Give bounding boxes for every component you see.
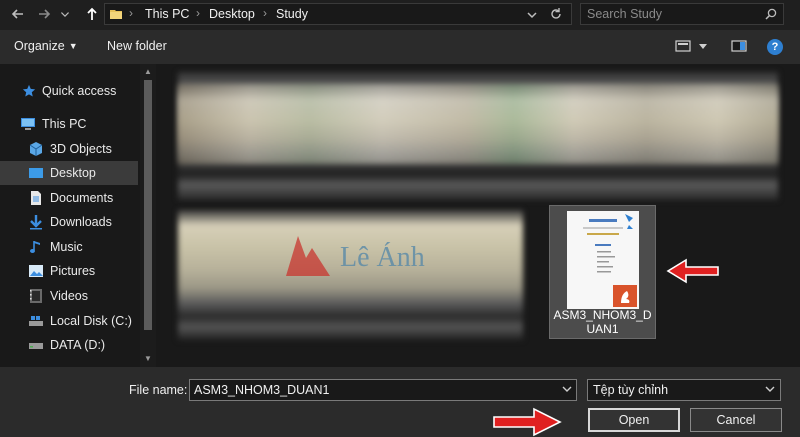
red-arrow-left-icon [666, 258, 719, 284]
forward-arrow-icon [39, 9, 51, 19]
sidebar-item-label: Quick access [42, 84, 117, 98]
sidebar-item-label: 3D Objects [50, 142, 112, 156]
breadcrumb-desktop[interactable]: Desktop [209, 7, 255, 21]
sidebar-item-label: Desktop [50, 166, 96, 180]
scroll-up-icon[interactable]: ▲ [143, 67, 153, 77]
breadcrumb-separator: › [263, 6, 267, 20]
watermark-text: Lê Ánh [340, 242, 425, 273]
pictures-icon [29, 265, 43, 277]
search-box[interactable] [580, 3, 784, 25]
blurred-thumbnails-overlay [178, 84, 778, 164]
address-dropdown-icon[interactable] [525, 8, 539, 22]
toolbar: Organize ▼ New folder ? [0, 30, 800, 64]
change-view-icon[interactable] [675, 39, 691, 53]
sidebar-item-label: Videos [50, 289, 88, 303]
sidebar-scrollbar[interactable]: ▲ ▼ [140, 64, 156, 367]
documents-icon [31, 191, 41, 205]
sidebar-item-music[interactable]: Music [0, 235, 138, 259]
file-list-pane: Lê Ánh ASM3_NHOM3_DUAN1 [158, 64, 800, 367]
breadcrumb-this-pc[interactable]: This PC [145, 7, 189, 21]
chevron-down-icon[interactable] [562, 384, 572, 394]
search-icon[interactable] [765, 8, 777, 20]
chevron-down-icon [765, 386, 775, 392]
chevron-down-icon [61, 12, 69, 17]
breadcrumb-separator: › [129, 6, 133, 20]
organize-label: Organize [14, 39, 65, 53]
preview-pane-icon[interactable] [731, 39, 747, 53]
breadcrumb-study[interactable]: Study [276, 7, 308, 21]
breadcrumb-separator: › [196, 6, 200, 20]
sidebar-item-videos[interactable]: Videos [0, 284, 138, 308]
file-name-label: ASM3_NHOM3_DUAN1 [553, 308, 652, 336]
address-bar[interactable]: › This PC › Desktop › Study [104, 3, 572, 25]
star-icon [22, 84, 36, 97]
file-thumbnail [567, 211, 639, 309]
app-logo-icon [621, 291, 630, 303]
back-arrow-icon [11, 9, 23, 19]
back-button[interactable] [8, 4, 28, 24]
forward-button[interactable] [34, 4, 54, 24]
new-folder-button[interactable]: New folder [107, 39, 167, 53]
app-badge-icon [613, 285, 637, 307]
view-options-dropdown-icon[interactable] [698, 39, 708, 53]
help-icon[interactable]: ? [767, 39, 783, 55]
sidebar-item-label: DATA (D:) [50, 338, 106, 352]
sidebar-item-local-disk-c[interactable]: Local Disk (C:) [0, 309, 138, 333]
computer-icon [21, 118, 35, 130]
refresh-icon[interactable] [549, 7, 563, 21]
file-name-field[interactable] [189, 379, 577, 401]
sidebar-item-label: Documents [50, 191, 114, 205]
search-input[interactable] [587, 6, 757, 22]
sidebar-item-label: Pictures [50, 264, 96, 278]
organize-button[interactable]: Organize ▼ [14, 39, 78, 53]
scroll-down-icon[interactable]: ▼ [143, 354, 153, 364]
navigation-pane: Quick access This PC 3D Objects Desktop … [0, 64, 158, 367]
address-bar-row: › This PC › Desktop › Study [0, 0, 800, 30]
file-type-select[interactable]: Tệp tùy chỉnh [587, 379, 781, 401]
watermark-logo-icon [286, 236, 330, 276]
folder-icon [110, 10, 122, 19]
open-button[interactable]: Open [588, 408, 680, 432]
sidebar-item-documents[interactable]: Documents [0, 186, 138, 210]
file-name-label: File name: [129, 383, 188, 397]
sidebar-item-desktop[interactable]: Desktop [0, 161, 138, 185]
up-arrow-icon [87, 7, 97, 20]
red-arrow-right-icon [493, 407, 562, 437]
caret-down-icon: ▼ [68, 41, 78, 51]
file-item-selected[interactable]: ASM3_NHOM3_DUAN1 [549, 205, 656, 339]
sidebar-item-label: Local Disk (C:) [50, 314, 132, 328]
up-button[interactable] [82, 4, 102, 24]
sidebar-item-label: Downloads [50, 215, 112, 229]
3d-objects-icon [29, 142, 43, 156]
cancel-button[interactable]: Cancel [690, 408, 782, 432]
sidebar-item-3d-objects[interactable]: 3D Objects [0, 137, 138, 161]
sidebar-item-downloads[interactable]: Downloads [0, 210, 138, 234]
sidebar-item-quick-access[interactable]: Quick access [0, 79, 138, 103]
file-type-value: Tệp tùy chỉnh [593, 383, 669, 397]
videos-icon [30, 289, 42, 303]
recent-locations-button[interactable] [58, 4, 72, 24]
sidebar-item-label: Music [50, 240, 83, 254]
file-name-input[interactable] [194, 382, 554, 398]
download-icon [30, 215, 42, 230]
music-icon [30, 241, 40, 253]
dialog-footer: File name: Tệp tùy chỉnh Open Cancel [0, 367, 800, 437]
desktop-icon [29, 168, 43, 178]
sidebar-item-data-d[interactable]: DATA (D:) [0, 333, 138, 357]
sidebar-item-pictures[interactable]: Pictures [0, 259, 138, 283]
sidebar-item-label: This PC [42, 117, 87, 131]
drive-icon [29, 316, 43, 326]
scrollbar-thumb[interactable] [144, 80, 152, 330]
blurred-thumbnail-left [178, 210, 523, 340]
drive-icon [29, 343, 43, 349]
sidebar-item-this-pc[interactable]: This PC [0, 112, 138, 136]
